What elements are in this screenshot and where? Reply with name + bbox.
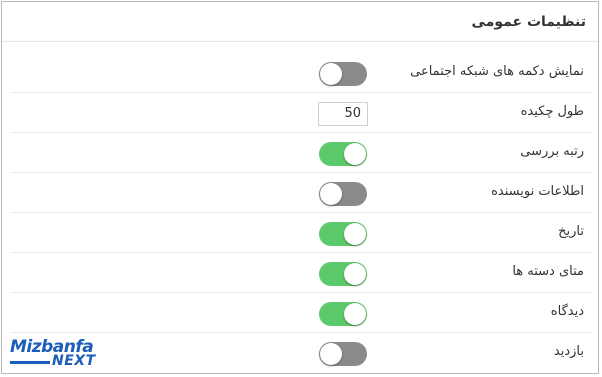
author-info-toggle[interactable] bbox=[319, 182, 367, 206]
review-rating-toggle[interactable] bbox=[319, 142, 367, 166]
general-settings-panel: تنظیمات عمومی نمایش دکمه های شبکه اجتماع… bbox=[1, 1, 599, 374]
panel-title: تنظیمات عمومی bbox=[471, 14, 586, 30]
setting-label: اطلاعات نویسنده bbox=[491, 184, 584, 199]
setting-label: نمایش دکمه های شبکه اجتماعی bbox=[410, 64, 584, 79]
setting-row-social-buttons: نمایش دکمه های شبکه اجتماعی bbox=[10, 53, 592, 93]
date-toggle[interactable] bbox=[319, 222, 367, 246]
mizbanfa-watermark-logo: Mizbanfa NEXT bbox=[10, 337, 110, 373]
toggle-knob bbox=[344, 223, 366, 245]
social-buttons-toggle[interactable] bbox=[319, 62, 367, 86]
category-meta-toggle[interactable] bbox=[319, 262, 367, 286]
toggle-knob bbox=[344, 143, 366, 165]
setting-row-category-meta: متای دسته ها bbox=[10, 253, 592, 293]
setting-row-review-rating: رتبه بررسی bbox=[10, 133, 592, 173]
setting-row-excerpt-length: طول چکیده 50 bbox=[10, 93, 592, 133]
setting-row-date: تاریخ bbox=[10, 213, 592, 253]
toggle-knob bbox=[344, 303, 366, 325]
views-toggle[interactable] bbox=[319, 342, 367, 366]
setting-label: متای دسته ها bbox=[512, 264, 584, 279]
toggle-knob bbox=[320, 183, 342, 205]
setting-label: دیدگاه bbox=[550, 304, 584, 319]
setting-row-comments: دیدگاه bbox=[10, 293, 592, 333]
setting-row-author-info: اطلاعات نویسنده bbox=[10, 173, 592, 213]
logo-underline bbox=[10, 361, 50, 364]
panel-header: تنظیمات عمومی bbox=[2, 2, 598, 42]
toggle-knob bbox=[320, 63, 342, 85]
toggle-knob bbox=[320, 343, 342, 365]
toggle-knob bbox=[344, 263, 366, 285]
logo-sub-text: NEXT bbox=[52, 353, 96, 369]
setting-label: تاریخ bbox=[558, 224, 584, 239]
setting-label: بازدید bbox=[553, 344, 584, 359]
excerpt-length-input[interactable]: 50 bbox=[318, 102, 368, 126]
setting-label: طول چکیده bbox=[520, 104, 584, 119]
comments-toggle[interactable] bbox=[319, 302, 367, 326]
setting-label: رتبه بررسی bbox=[520, 144, 584, 159]
